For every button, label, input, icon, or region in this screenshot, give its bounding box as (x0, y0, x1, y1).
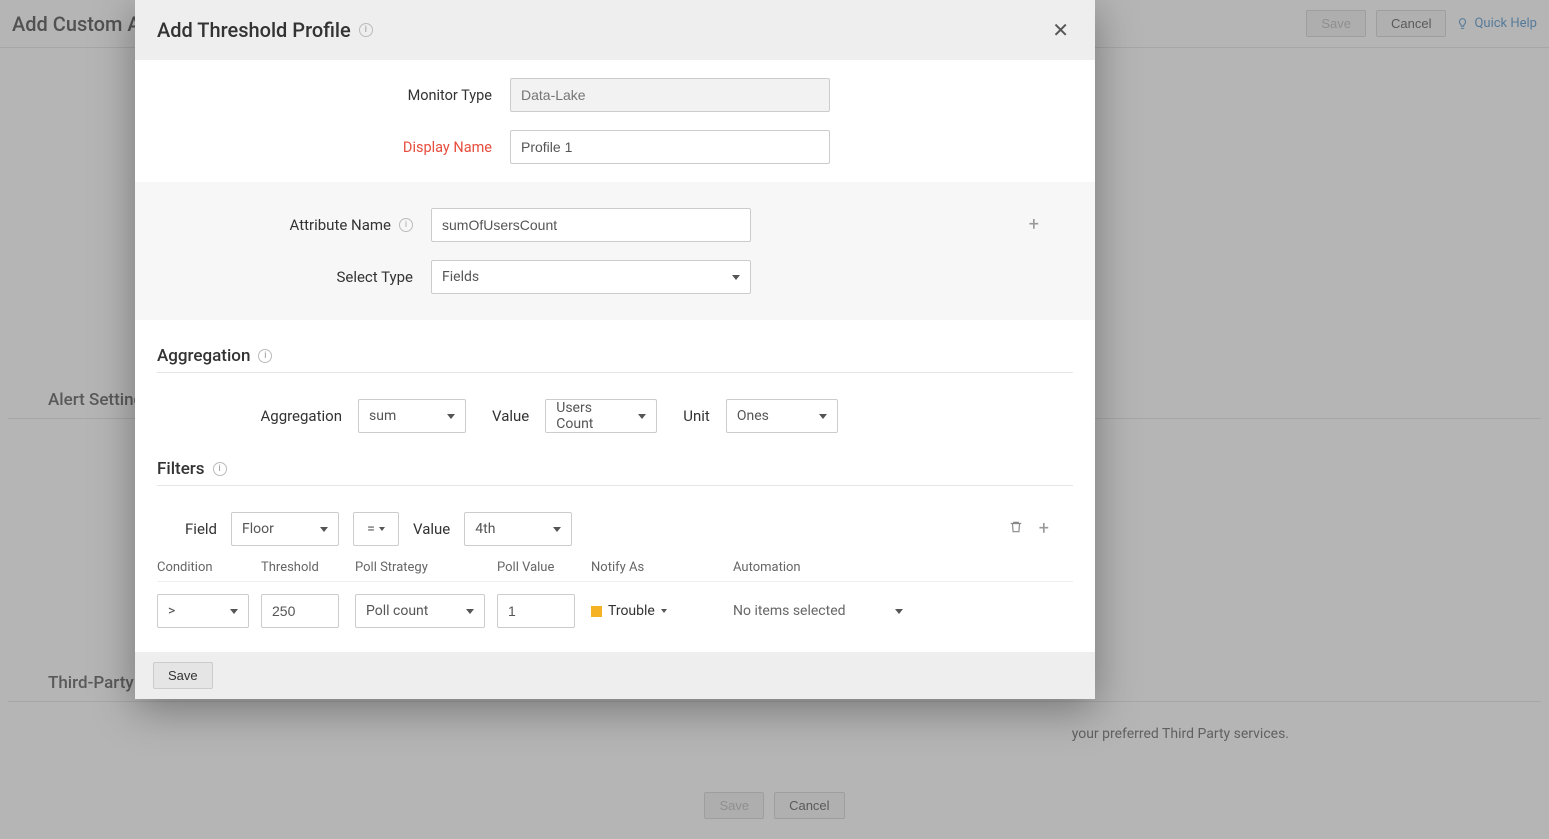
attribute-name-input[interactable] (431, 208, 751, 242)
unit-label: Unit (683, 407, 710, 425)
aggregation-dropdown[interactable]: sum (358, 399, 466, 433)
notify-as-value: Trouble (608, 603, 655, 619)
modal-title: Add Threshold Profile i (157, 18, 373, 42)
filters-header: Filters i (157, 459, 1073, 485)
select-type-dropdown[interactable]: Fields (431, 260, 751, 294)
info-icon[interactable]: i (399, 218, 413, 232)
chevron-down-icon (819, 414, 827, 419)
threshold-input[interactable] (261, 594, 339, 628)
aggregation-value: sum (369, 408, 396, 424)
add-attribute-icon[interactable]: + (1025, 212, 1043, 238)
filter-field-label: Field (185, 520, 217, 538)
chevron-down-icon (320, 527, 328, 532)
agg-value-label: Value (492, 407, 529, 425)
select-type-value: Fields (442, 269, 479, 285)
poll-strategy-value: Poll count (366, 603, 428, 619)
unit-value: Ones (737, 408, 769, 424)
cond-col-automation: Automation (733, 560, 903, 575)
cond-col-pollstrategy: Poll Strategy (355, 560, 485, 575)
monitor-type-input (510, 78, 830, 112)
info-icon[interactable]: i (258, 349, 272, 363)
chevron-down-icon (466, 609, 474, 614)
chevron-down-icon (732, 275, 740, 280)
cond-col-condition: Condition (157, 560, 249, 575)
threshold-profile-modal: Add Threshold Profile i ✕ Monitor Type D… (135, 0, 1095, 699)
cond-col-notify: Notify As (591, 560, 721, 575)
trouble-badge-icon (591, 606, 602, 617)
add-filter-icon[interactable]: + (1035, 516, 1053, 542)
aggregation-header: Aggregation i (157, 346, 1073, 372)
automation-value: No items selected (733, 603, 846, 619)
agg-value-value: Users Count (556, 400, 632, 432)
filter-field-dropdown[interactable]: Floor (231, 512, 339, 546)
info-icon[interactable]: i (359, 23, 373, 37)
chevron-down-icon (638, 414, 646, 419)
modal-save-button[interactable]: Save (153, 662, 213, 689)
filter-operator-value: = (367, 521, 375, 537)
agg-value-dropdown[interactable]: Users Count (545, 399, 657, 433)
filter-operator-dropdown[interactable]: = (353, 512, 399, 546)
chevron-down-icon (895, 609, 903, 614)
chevron-down-icon (553, 527, 561, 532)
display-name-input[interactable] (510, 130, 830, 164)
unit-dropdown[interactable]: Ones (726, 399, 838, 433)
filter-field-value: Floor (242, 521, 274, 537)
chevron-down-icon (379, 527, 385, 531)
notify-as-dropdown[interactable]: Trouble (591, 603, 721, 619)
delete-filter-icon[interactable] (1007, 518, 1025, 540)
cond-col-threshold: Threshold (261, 560, 343, 575)
cond-col-pollvalue: Poll Value (497, 560, 579, 575)
display-name-label: Display Name (157, 139, 492, 156)
filter-value-value: 4th (475, 521, 495, 537)
filter-value-label: Value (413, 520, 450, 538)
chevron-down-icon (661, 609, 667, 613)
chevron-down-icon (447, 414, 455, 419)
condition-value: > (168, 603, 175, 619)
poll-strategy-dropdown[interactable]: Poll count (355, 594, 485, 628)
monitor-type-label: Monitor Type (157, 87, 492, 104)
automation-dropdown[interactable]: No items selected (733, 603, 903, 619)
chevron-down-icon (230, 609, 238, 614)
condition-dropdown[interactable]: > (157, 594, 249, 628)
info-icon[interactable]: i (213, 462, 227, 476)
aggregation-label: Aggregation (157, 407, 342, 425)
filter-value-dropdown[interactable]: 4th (464, 512, 572, 546)
close-icon[interactable]: ✕ (1048, 14, 1073, 46)
attribute-name-label: Attribute Name i (157, 216, 413, 234)
modal-title-text: Add Threshold Profile (157, 18, 351, 42)
select-type-label: Select Type (157, 268, 413, 286)
poll-value-input[interactable] (497, 594, 575, 628)
